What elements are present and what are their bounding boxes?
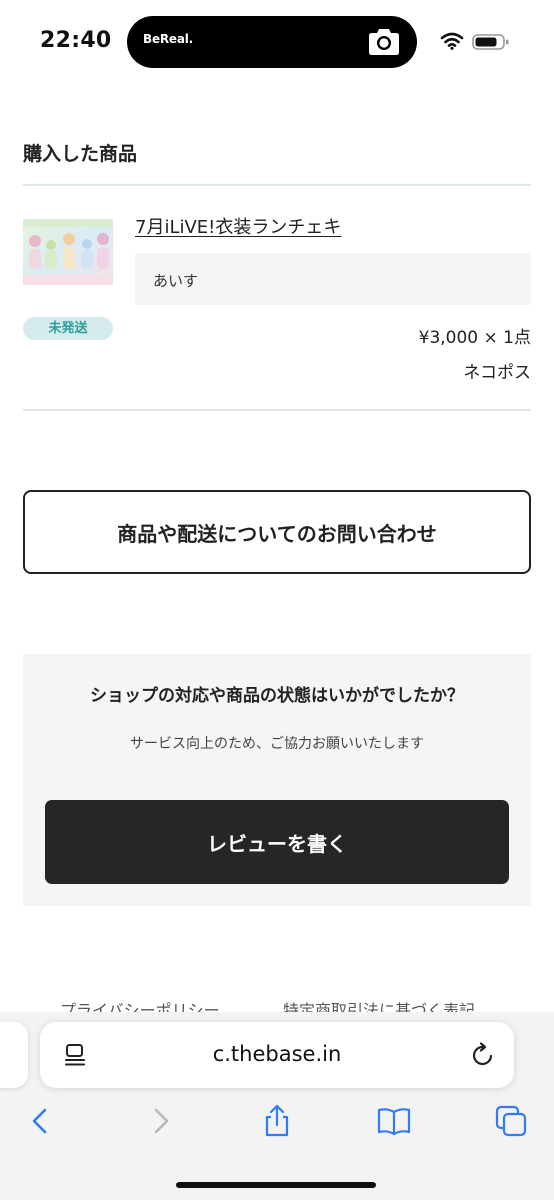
book-icon[interactable]: [377, 1104, 411, 1138]
battery-icon: [472, 34, 509, 50]
shipping-method: ネコポス: [463, 363, 531, 383]
status-bar: 22:40 BeReal.: [0, 0, 554, 84]
address-bar[interactable]: c.thebase.in: [40, 1022, 514, 1088]
price-quantity: ¥3,000 × 1点: [418, 328, 531, 348]
home-indicator[interactable]: [176, 1182, 376, 1188]
tabs-icon[interactable]: [494, 1104, 528, 1138]
clock: 22:40: [40, 28, 112, 53]
product-title-link[interactable]: 7月iLiVE!衣装ランチェキ: [135, 213, 341, 239]
product-photo: [23, 219, 113, 285]
divider: [23, 409, 531, 411]
share-icon[interactable]: [260, 1104, 294, 1138]
camera-icon: [369, 29, 399, 55]
write-review-button[interactable]: レビューを書く: [45, 800, 509, 884]
product-thumbnail[interactable]: [23, 219, 113, 285]
island-app-name: BeReal.: [143, 32, 194, 46]
inquiry-button[interactable]: 商品や配送についてのお問い合わせ: [23, 490, 531, 574]
reload-icon[interactable]: [470, 1042, 496, 1068]
product-option-text: あいす: [153, 272, 199, 290]
divider: [23, 184, 531, 186]
product-option-box: あいす: [135, 253, 531, 305]
review-panel: ショップの対応や商品の状態はいかがでしたか？ サービス向上のため、ご協力お願いい…: [23, 654, 531, 906]
review-heading: ショップの対応や商品の状態はいかがでしたか？: [90, 686, 464, 706]
browser-toolbar: c.thebase.in: [0, 1012, 554, 1200]
url-text[interactable]: c.thebase.in: [40, 1042, 514, 1066]
chevron-right-icon[interactable]: [143, 1104, 177, 1138]
review-subtext: サービス向上のため、ご協力お願いいたします: [130, 736, 424, 752]
wifi-icon: [440, 32, 464, 50]
chevron-left-icon[interactable]: [24, 1104, 58, 1138]
status-badge: 未発送: [23, 317, 113, 340]
dynamic-island[interactable]: BeReal.: [127, 16, 417, 68]
section-title: 購入した商品: [23, 143, 138, 165]
previous-tab-preview[interactable]: [0, 1022, 28, 1088]
